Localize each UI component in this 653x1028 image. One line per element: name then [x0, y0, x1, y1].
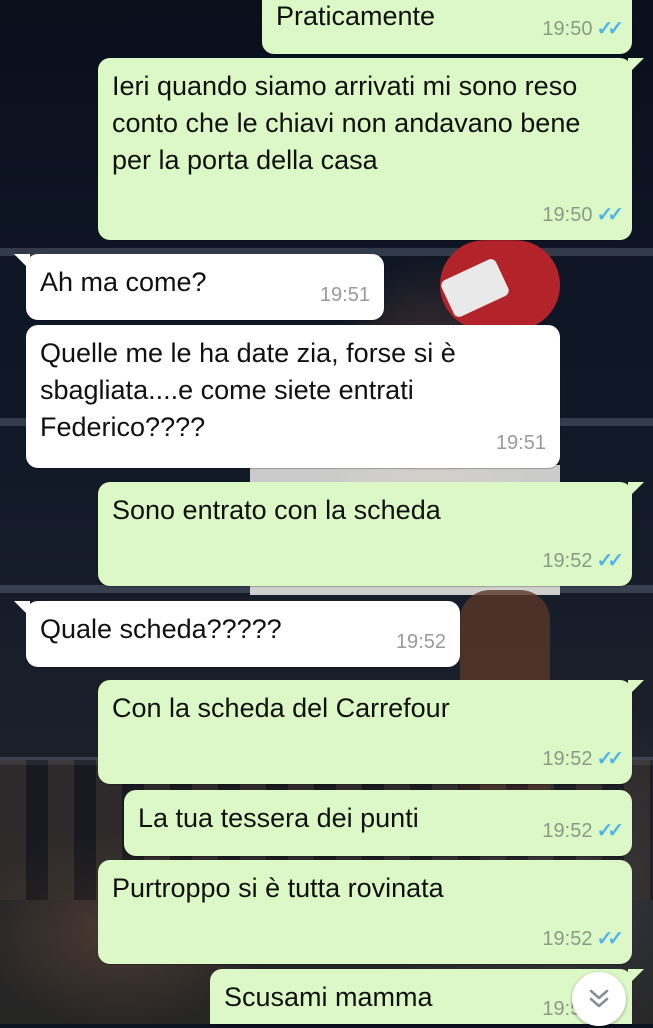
message-bubble-outgoing[interactable]: Scusami mamma 19:52 ✓✓ [210, 969, 644, 1024]
message-bubble-outgoing[interactable]: Praticamente 19:50 ✓✓ [262, 0, 632, 54]
message-time: 19:52 [542, 928, 593, 950]
double-check-icon: ✓✓ [596, 820, 623, 842]
message-bubble-incoming[interactable]: Ah ma come? 19:51 [14, 254, 384, 320]
message-text: Purtroppo si è tutta rovinata [112, 873, 444, 903]
message-meta: 19:52 ✓✓ [542, 543, 623, 580]
message-text: Quale scheda????? [40, 614, 282, 644]
message-meta: 19:52 [396, 624, 446, 661]
double-check-icon: ✓✓ [596, 550, 623, 572]
message-time: 19:52 [542, 748, 593, 770]
message-meta: 19:50 ✓✓ [542, 197, 623, 234]
double-chevron-down-icon [589, 989, 609, 1008]
message-bubble-outgoing[interactable]: Con la scheda del Carrefour 19:52 ✓✓ [98, 680, 644, 784]
bubble-tail [14, 601, 30, 617]
scroll-to-bottom-button[interactable] [572, 972, 626, 1026]
message-bubble-outgoing[interactable]: Purtroppo si è tutta rovinata 19:52 ✓✓ [98, 860, 632, 964]
message-text: Quelle me le ha date zia, forse si è sba… [40, 338, 456, 442]
bubble-tail [628, 58, 644, 74]
bubble-tail [14, 254, 30, 270]
message-meta: 19:52 ✓✓ [542, 921, 623, 958]
bubble-tail [628, 969, 644, 985]
message-bubble-incoming[interactable]: Quelle me le ha date zia, forse si è sba… [26, 325, 560, 468]
message-text: Sono entrato con la scheda [112, 495, 441, 525]
message-bubble-outgoing[interactable]: La tua tessera dei punti 19:52 ✓✓ [124, 790, 632, 856]
message-time: 19:51 [319, 284, 370, 306]
message-bubble-outgoing[interactable]: Sono entrato con la scheda 19:52 ✓✓ [98, 482, 644, 586]
double-check-icon: ✓✓ [596, 18, 623, 40]
message-text: Con la scheda del Carrefour [112, 693, 450, 723]
message-time: 19:51 [495, 432, 546, 454]
double-check-icon: ✓✓ [596, 748, 623, 770]
message-meta: 19:52 ✓✓ [542, 813, 623, 850]
bubble-tail [628, 680, 644, 696]
message-meta: 19:52 ✓✓ [542, 741, 623, 778]
message-time: 19:52 [542, 820, 593, 842]
double-check-icon: ✓✓ [596, 204, 623, 226]
bubble-tail [628, 482, 644, 498]
message-time: 19:50 [542, 204, 593, 226]
message-time: 19:52 [395, 631, 446, 653]
message-meta: 19:51 [496, 425, 546, 462]
message-time: 19:50 [542, 18, 593, 40]
message-meta: 19:51 [320, 277, 370, 314]
message-time: 19:52 [542, 550, 593, 572]
double-check-icon: ✓✓ [596, 928, 623, 950]
message-bubble-incoming[interactable]: Quale scheda????? 19:52 [14, 601, 460, 667]
message-meta: 19:50 ✓✓ [542, 11, 623, 48]
message-text: Ieri quando siamo arrivati mi sono reso … [112, 71, 581, 175]
message-bubble-outgoing[interactable]: Ieri quando siamo arrivati mi sono reso … [98, 58, 644, 240]
